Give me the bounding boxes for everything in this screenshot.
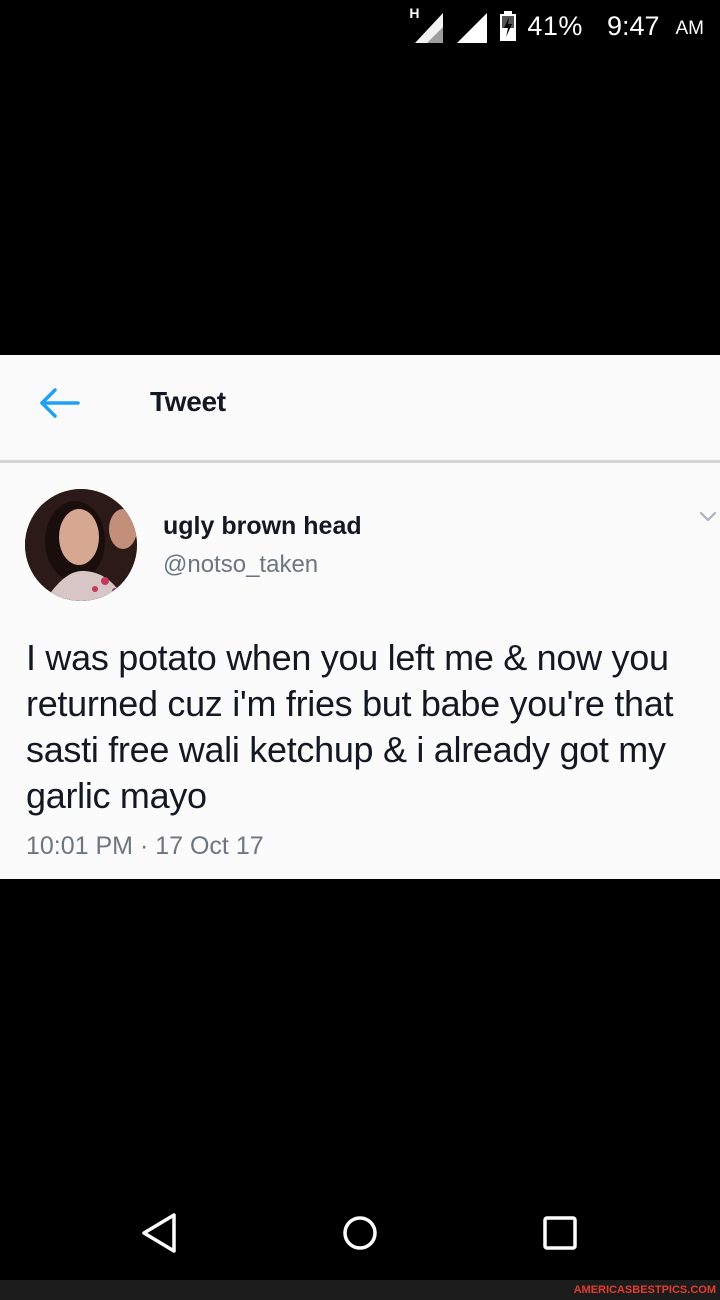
clock-time: 9:47 bbox=[606, 10, 660, 41]
tweet-text: I was potato when you left me & now you … bbox=[26, 637, 674, 816]
author-handle[interactable]: @notso_taken bbox=[163, 551, 318, 579]
app-header: Tweet bbox=[0, 355, 720, 463]
watermark: AMERICASBESTPICS.COM bbox=[0, 1280, 720, 1300]
status-bar: H 41% 9:47 AM bbox=[0, 0, 720, 52]
nav-recents-icon[interactable] bbox=[536, 1209, 584, 1257]
tweet-timestamp: 10:01 PM · 17 Oct 17 bbox=[26, 832, 264, 860]
page-title: Tweet bbox=[150, 386, 226, 417]
nav-back-icon[interactable] bbox=[136, 1209, 184, 1257]
chevron-down-icon[interactable] bbox=[698, 510, 718, 524]
clock-ampm: AM bbox=[675, 18, 705, 39]
avatar[interactable] bbox=[25, 489, 137, 601]
cell-signal-icon bbox=[455, 9, 489, 43]
author-display-name[interactable]: ugly brown head bbox=[163, 512, 362, 541]
phone-screen: H 41% 9:47 AM Tweet ugly brown head @not… bbox=[0, 0, 720, 1300]
battery-charging-icon bbox=[500, 11, 517, 41]
tweet-card: Tweet ugly brown head @notso_taken I was… bbox=[0, 355, 720, 879]
nav-home-icon[interactable] bbox=[336, 1209, 384, 1257]
back-arrow-icon[interactable] bbox=[38, 385, 82, 421]
h-signal-icon: H bbox=[409, 5, 445, 43]
system-nav-bar bbox=[0, 1185, 720, 1280]
battery-percent: 41% bbox=[527, 10, 583, 41]
